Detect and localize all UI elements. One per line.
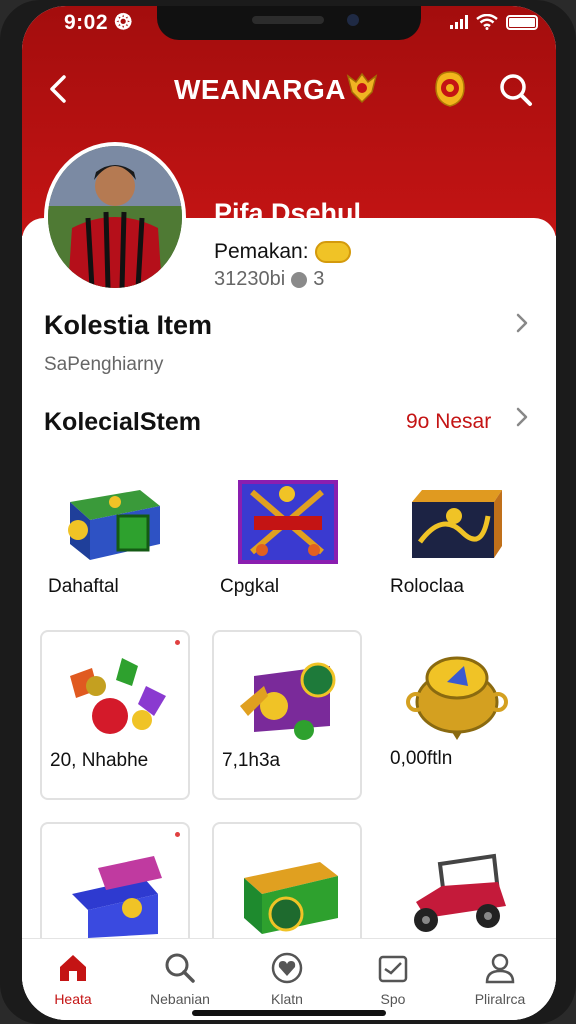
- tab-home[interactable]: Heata: [23, 951, 123, 1011]
- home-icon: [60, 955, 86, 981]
- tab-wallet[interactable]: Spo: [343, 951, 443, 1011]
- profile-stats-value: 31230bi: [214, 268, 286, 290]
- coin-icon: [314, 241, 351, 263]
- club-badge-icon[interactable]: [432, 70, 468, 108]
- item-label: Dahaftal: [48, 576, 119, 597]
- profile-name: Pifa Dsehul: [214, 198, 362, 228]
- tab-label: Heata: [54, 991, 92, 1007]
- tab-search[interactable]: Nebanian: [130, 951, 230, 1011]
- item-label: 7,1h3a: [222, 750, 281, 771]
- tab-bar: Heata Nebanian Klatn Spo Pliralrca: [22, 938, 556, 1020]
- chevron-right-icon[interactable]: [512, 313, 532, 333]
- home-indicator[interactable]: [192, 1010, 386, 1016]
- wallet-icon: [378, 955, 408, 983]
- chest-stack-icon: [72, 856, 162, 938]
- profile-role: Pemakan:: [214, 240, 351, 264]
- profile-role-label: Pemakan:: [214, 240, 309, 263]
- tab-label: Nebanian: [150, 991, 210, 1007]
- chest-icon: [68, 490, 160, 560]
- search-icon[interactable]: [498, 72, 534, 108]
- person-icon: [485, 953, 515, 984]
- profile-stats-suffix: 3: [313, 268, 325, 290]
- screen: 9:02 ❂ WEANARGA Pifa Dsehul Pemakan: 312…: [22, 6, 556, 1020]
- new-indicator: [175, 832, 180, 837]
- phone-frame: 9:02 ❂ WEANARGA Pifa Dsehul Pemakan: 312…: [0, 0, 576, 1024]
- notch: [157, 6, 421, 40]
- gem-bundle-icon: [70, 658, 166, 734]
- golden-pot-icon: [406, 656, 508, 740]
- search-icon: [165, 953, 195, 983]
- item-bundle-icon: [240, 662, 336, 740]
- avatar[interactable]: [44, 142, 186, 292]
- top-bar: WEANARGA: [22, 66, 556, 116]
- tab-label: Spo: [380, 991, 406, 1007]
- green-chest-icon: [244, 862, 338, 934]
- section-title-collection: KolecialStem: [44, 408, 202, 436]
- status-icons: [450, 14, 538, 30]
- item-tile[interactable]: 7,1h3a: [212, 630, 362, 800]
- section-subtitle-items: SaPenghiarny: [44, 354, 164, 375]
- player-photo: [48, 146, 182, 288]
- item-label: 0,00ftln: [390, 748, 453, 769]
- new-indicator: [175, 640, 180, 645]
- item-label: Cpgkal: [220, 576, 280, 597]
- camera: [347, 14, 359, 26]
- signal-icon: [450, 15, 468, 29]
- app-title: WEANARGA: [174, 74, 346, 105]
- item-tile[interactable]: 0,00ftln: [382, 630, 532, 800]
- item-tile[interactable]: Dahaftal: [40, 458, 190, 628]
- card-pack-icon: [238, 480, 338, 564]
- back-arrow-icon[interactable]: [42, 72, 76, 106]
- speaker: [252, 16, 324, 24]
- status-time: 9:02 ❂: [64, 11, 133, 34]
- crest-icon: [346, 72, 378, 104]
- item-tile[interactable]: 20, Nhabhe: [40, 630, 190, 800]
- tab-label: Pliralrca: [474, 991, 526, 1007]
- item-label: Roloclaa: [390, 576, 464, 597]
- see-all-link[interactable]: 9o Nesar: [406, 410, 491, 434]
- tab-profile[interactable]: Pliralrca: [450, 951, 550, 1011]
- item-tile[interactable]: Roloclaa: [382, 458, 532, 628]
- item-tile[interactable]: Cpgkal: [212, 458, 362, 628]
- treasure-box-icon: [412, 490, 502, 558]
- tab-label: Klatn: [271, 991, 303, 1007]
- heart-icon: [271, 952, 303, 984]
- item-label: 20, Nhabhe: [50, 750, 149, 771]
- gear-icon: [291, 271, 308, 288]
- battery-icon: [506, 14, 538, 30]
- profile-stats: 31230bi 3: [214, 268, 324, 291]
- chevron-right-icon[interactable]: [512, 407, 532, 427]
- wifi-icon: [476, 14, 498, 30]
- buggy-car-icon: [414, 853, 506, 932]
- tab-favorites[interactable]: Klatn: [237, 951, 337, 1011]
- section-title-items[interactable]: Kolestia Item: [44, 310, 212, 341]
